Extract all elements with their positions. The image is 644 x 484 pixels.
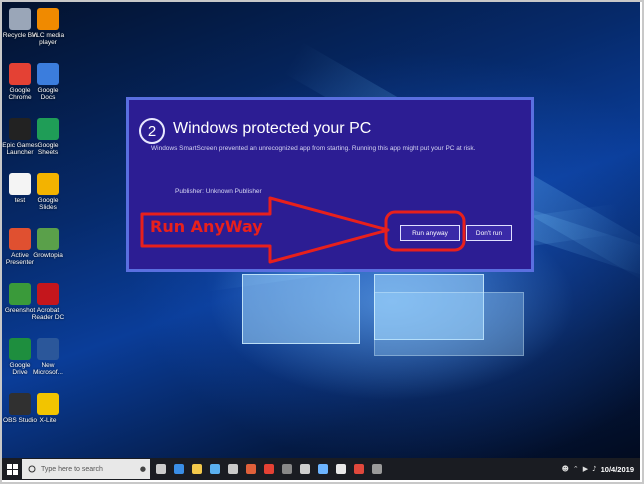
desktop-icon[interactable]: New Microsof... <box>30 338 66 376</box>
google-docs-icon <box>37 63 59 85</box>
edge-icon[interactable] <box>171 458 186 480</box>
chrome-icon[interactable] <box>261 458 276 480</box>
search-placeholder: Type here to search <box>41 465 103 473</box>
chevron-up-icon[interactable]: ⌃ <box>573 465 579 473</box>
desktop-icon[interactable]: Growtopia <box>30 228 66 259</box>
task-view-icon[interactable] <box>153 458 168 480</box>
snip-icon[interactable] <box>351 458 366 480</box>
smartscreen-dialog: 2 Windows protected your PC Windows Smar… <box>126 97 534 272</box>
calculator-icon[interactable] <box>279 458 294 480</box>
desktop: Recycle Bin VLC media player Google Chrome… <box>2 2 640 458</box>
taskbar: Type here to search ● ☻ ⌃ ▶ ♪ 10/4/2019 <box>2 458 640 480</box>
desktop-icon-label: Google Docs <box>37 87 59 101</box>
file-explorer-icon[interactable] <box>189 458 204 480</box>
paint-icon[interactable] <box>333 458 348 480</box>
desktop-icon-label: Growtopia <box>33 252 63 259</box>
desktop-icon-label: VLC media player <box>31 32 65 46</box>
growtopia-icon <box>37 228 59 250</box>
epic-games-icon <box>9 118 31 140</box>
x-lite-icon <box>37 393 59 415</box>
run-anyway-button[interactable]: Run anyway <box>400 225 460 241</box>
dont-run-button[interactable]: Don't run <box>466 225 512 241</box>
wallpaper-pane <box>242 274 360 344</box>
people-icon[interactable]: ☻ <box>562 465 569 473</box>
active-presenter-icon <box>9 228 31 250</box>
desktop-icon[interactable]: Google Docs <box>30 63 66 101</box>
recycle-bin-icon <box>9 8 31 30</box>
media-icon[interactable] <box>243 458 258 480</box>
desktop-icon[interactable]: Google Slides <box>30 173 66 211</box>
settings-icon[interactable] <box>297 458 312 480</box>
network-icon[interactable]: ▶ <box>583 465 588 473</box>
google-drive-icon <box>9 338 31 360</box>
obs-icon <box>9 393 31 415</box>
app-icon[interactable] <box>369 458 384 480</box>
greenshot-icon <box>9 283 31 305</box>
vlc-icon <box>37 8 59 30</box>
taskbar-search-box[interactable]: Type here to search ● <box>22 459 150 479</box>
google-sheets-icon <box>37 118 59 140</box>
text-file-icon <box>9 173 31 195</box>
step-number-badge: 2 <box>139 118 165 144</box>
dialog-title: Windows protected your PC <box>173 120 372 137</box>
desktop-icon[interactable]: Acrobat Reader DC <box>30 283 66 321</box>
notes-icon[interactable] <box>315 458 330 480</box>
desktop-icon-label: X-Lite <box>39 417 57 424</box>
desktop-icon-label: Acrobat Reader DC <box>31 307 65 321</box>
desktop-icon[interactable]: X-Lite <box>30 393 66 424</box>
acrobat-icon <box>37 283 59 305</box>
desktop-icon[interactable]: Google Sheets <box>30 118 66 156</box>
desktop-icon-label: Google Slides <box>37 197 59 211</box>
publisher-label: Publisher: Unknown Publisher <box>175 188 262 195</box>
store-icon[interactable] <box>207 458 222 480</box>
desktop-icon-label: Google Sheets <box>37 142 59 156</box>
search-icon <box>28 465 36 473</box>
dialog-description: Windows SmartScreen prevented an unrecog… <box>151 145 476 152</box>
mail-icon[interactable] <box>225 458 240 480</box>
annotation-label: Run AnyWay <box>150 217 263 236</box>
windows-logo-icon <box>6 463 18 475</box>
system-tray: ☻ ⌃ ▶ ♪ 10/4/2019 <box>562 465 640 474</box>
chrome-icon <box>9 63 31 85</box>
microphone-icon[interactable]: ● <box>140 465 146 473</box>
desktop-icon[interactable]: VLC media player <box>30 8 66 46</box>
volume-icon[interactable]: ♪ <box>592 465 596 473</box>
wallpaper-pane <box>374 292 524 356</box>
word-document-icon <box>37 338 59 360</box>
taskbar-date[interactable]: 10/4/2019 <box>601 465 634 474</box>
start-button[interactable] <box>2 458 22 480</box>
google-slides-icon <box>37 173 59 195</box>
desktop-icon-label: New Microsof... <box>33 362 63 376</box>
